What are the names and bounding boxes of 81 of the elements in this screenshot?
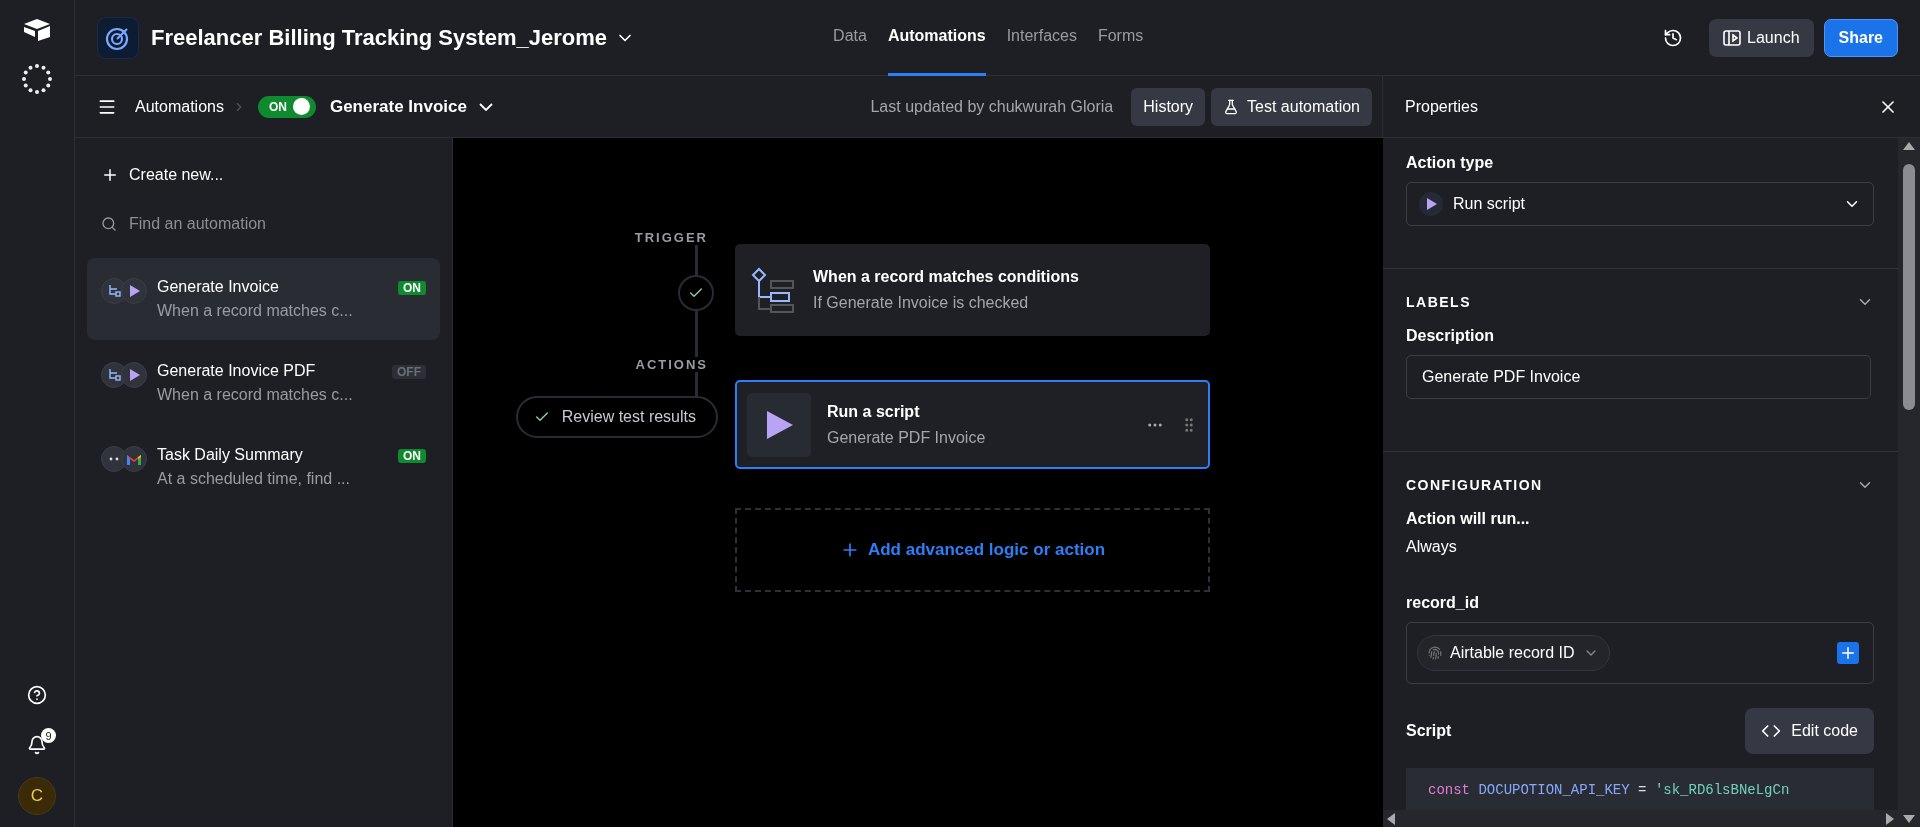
run-condition-text: Always xyxy=(1406,538,1458,556)
automation-description: When a record matches c... xyxy=(157,386,354,404)
panel-title: Properties xyxy=(1405,97,1478,116)
card-subtitle: Generate PDF Invoice xyxy=(827,428,987,447)
action-card[interactable]: Run a script Generate PDF Invoice xyxy=(735,380,1210,469)
card-title: Run a script xyxy=(827,402,921,421)
last-updated-text: Last updated by chukwurah Gloria xyxy=(870,97,1114,116)
notification-icon[interactable] xyxy=(27,735,47,755)
automation-name: Generate Invoice xyxy=(157,278,280,296)
plus-icon xyxy=(1839,644,1857,662)
play-icon xyxy=(1424,197,1438,211)
section-heading: CONFIGURATION xyxy=(1406,477,1543,493)
flask-icon xyxy=(1223,98,1240,115)
status-badge: OFF xyxy=(392,365,426,379)
review-results-button[interactable]: Review test results xyxy=(515,396,718,438)
actions-label: ACTIONS xyxy=(635,357,708,372)
nav-tab[interactable]: Interfaces xyxy=(1006,0,1077,76)
nav-tab[interactable]: Data xyxy=(833,0,867,76)
search-field[interactable]: Find an automation xyxy=(127,214,407,234)
scroll-right-icon[interactable] xyxy=(1886,812,1894,825)
automation-toggle[interactable]: ON xyxy=(257,95,316,118)
history-button[interactable]: History xyxy=(1131,87,1206,126)
loading-dots-icon xyxy=(20,62,54,96)
field-label: Description xyxy=(1406,327,1495,345)
box-logo-icon[interactable] xyxy=(23,18,51,42)
automation-description: When a record matches c... xyxy=(157,302,354,320)
trigger-label: TRIGGER xyxy=(634,230,708,245)
plus-icon xyxy=(101,166,119,184)
automation-name-dropdown[interactable]: Generate Invoice xyxy=(329,96,493,117)
record-id-field[interactable]: Airtable record ID xyxy=(1406,622,1874,684)
automation-item[interactable]: Generate Invoice When a record matches c... ON xyxy=(87,258,440,340)
play-icon xyxy=(127,368,141,382)
launch-button[interactable]: Launch xyxy=(1709,18,1814,57)
add-token-button[interactable] xyxy=(1837,642,1859,664)
field-label: Script xyxy=(1406,722,1452,740)
dots-icon xyxy=(109,457,119,461)
share-button[interactable]: Share xyxy=(1823,18,1898,57)
base-title[interactable]: Freelancer Billing Tracking System_Jerome xyxy=(151,24,636,51)
status-badge: ON xyxy=(398,449,426,463)
breadcrumb-link[interactable]: Automations xyxy=(135,97,224,116)
record-token[interactable]: Airtable record ID xyxy=(1417,635,1610,671)
fingerprint-icon xyxy=(1428,646,1442,660)
flowchart-icon xyxy=(107,284,121,298)
scroll-down-icon[interactable] xyxy=(1903,815,1915,823)
automation-item[interactable]: Generate Inovice PDF When a record matches c... OFF xyxy=(87,342,440,424)
base-icon[interactable] xyxy=(97,16,139,59)
automation-name: Generate Inovice PDF xyxy=(157,362,317,380)
horizontal-scrollbar[interactable] xyxy=(1383,810,1898,827)
automation-item[interactable]: Task Daily Summary At a scheduled time, find ... ON xyxy=(87,426,440,508)
description-field[interactable]: Generate PDF Invoice xyxy=(1406,355,1871,399)
automation-name: Task Daily Summary xyxy=(157,446,304,464)
nav-tab[interactable]: Forms xyxy=(1097,0,1144,76)
field-label: Action will run... xyxy=(1406,510,1531,528)
card-subtitle: If Generate Invoice is checked xyxy=(813,294,1030,312)
flowchart-icon xyxy=(751,267,797,313)
code-line: const DOCUPOTION_API_KEY = 'sk_RD6lsBNeLgCn xyxy=(1428,782,1790,798)
chevron-down-icon xyxy=(478,102,493,111)
card-title: When a record matches conditions xyxy=(813,268,1080,286)
user-avatar[interactable]: C xyxy=(18,777,56,815)
action-type-select[interactable]: Run script xyxy=(1406,182,1874,226)
automation-description: At a scheduled time, find ... xyxy=(157,470,351,488)
field-label: record_id xyxy=(1406,594,1480,612)
scrollbar[interactable] xyxy=(1898,138,1920,827)
scroll-up-icon[interactable] xyxy=(1903,142,1915,150)
trigger-card[interactable]: When a record matches conditions If Generate Invoice is checked xyxy=(735,244,1210,336)
search-icon xyxy=(101,216,117,232)
status-badge: ON xyxy=(398,281,426,295)
launch-icon xyxy=(1723,29,1742,46)
create-new-button[interactable]: Create new... xyxy=(87,152,440,194)
mail-logo-icon xyxy=(126,452,142,466)
help-icon[interactable] xyxy=(27,685,47,705)
scroll-left-icon[interactable] xyxy=(1387,812,1395,825)
field-label: Action type xyxy=(1406,154,1495,172)
scrollbar-thumb[interactable] xyxy=(1903,164,1915,410)
test-automation-button[interactable]: Test automation xyxy=(1211,87,1372,126)
play-icon xyxy=(127,284,141,298)
notification-count: 9 xyxy=(41,728,56,743)
flowchart-icon xyxy=(107,368,121,382)
edit-code-button[interactable]: Edit code xyxy=(1745,708,1874,754)
add-action-button[interactable]: Add advanced logic or action xyxy=(735,508,1210,592)
section-heading: LABELS xyxy=(1406,294,1471,310)
